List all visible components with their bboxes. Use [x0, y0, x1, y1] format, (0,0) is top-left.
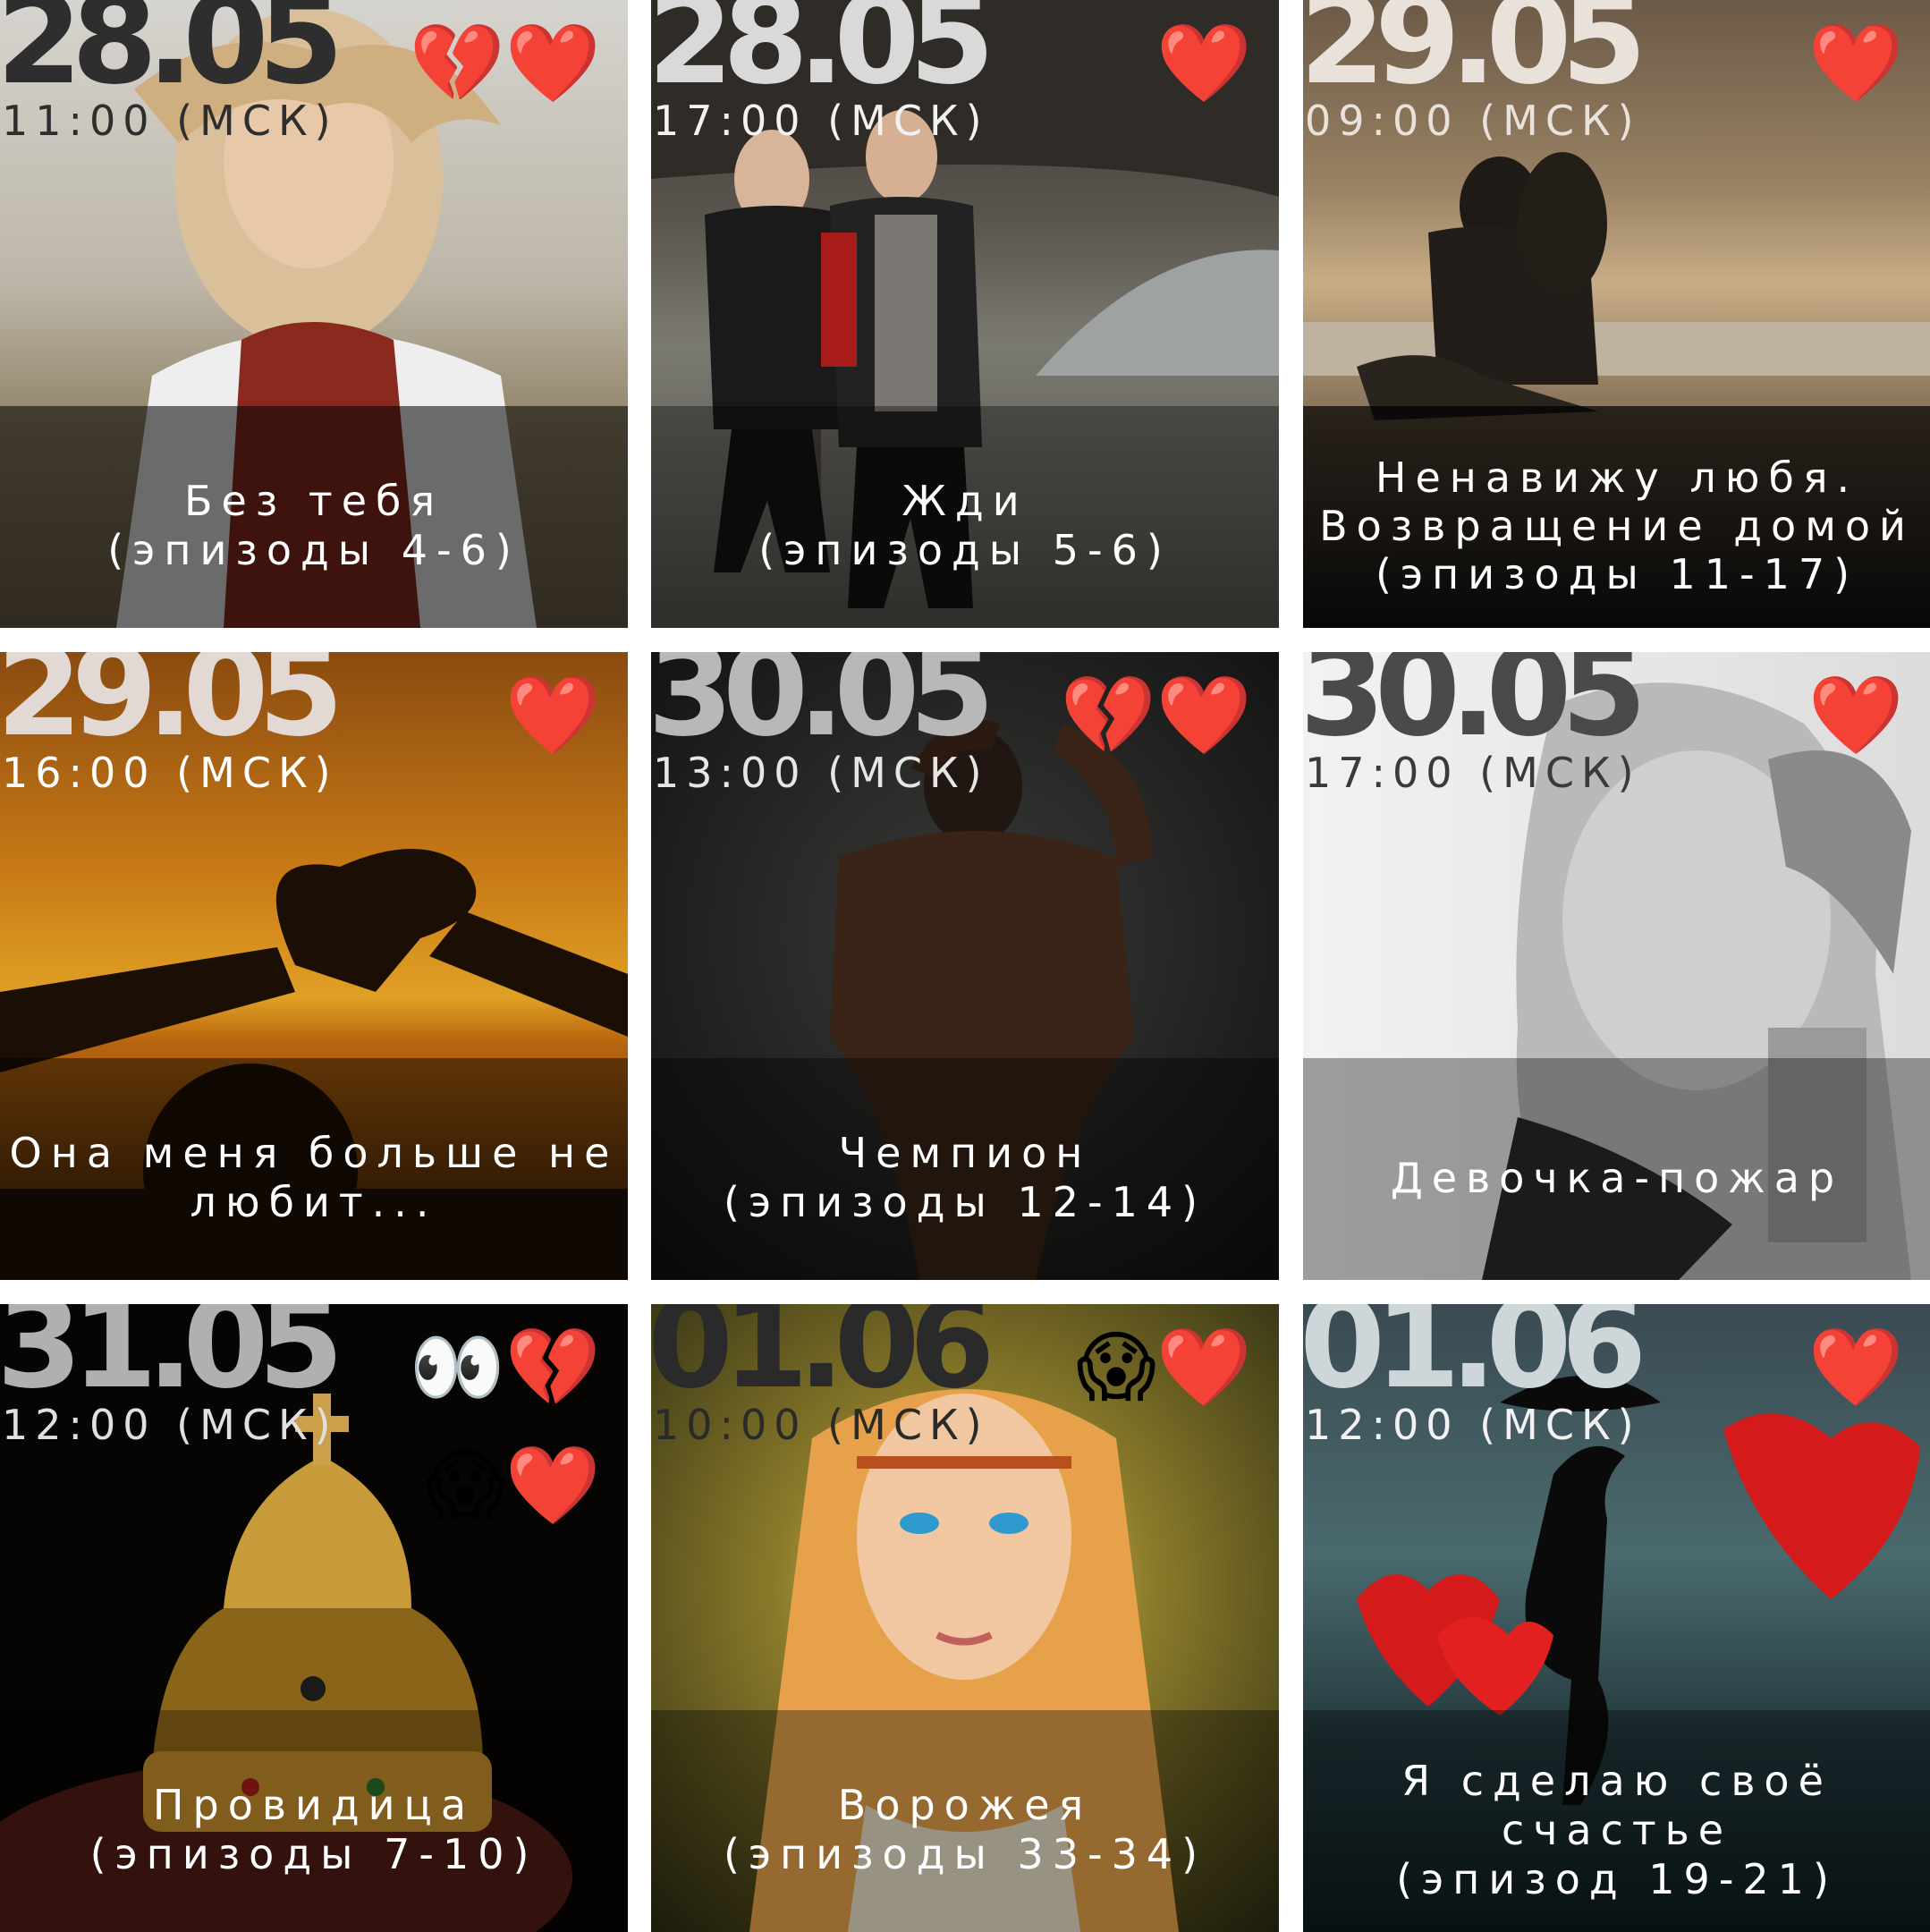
card-title: Без тебя	[183, 477, 444, 525]
card-caption: Девочка-пожар	[1382, 1136, 1852, 1203]
date-label: 29.05	[0, 652, 344, 764]
time-label: 17:00 (МСК)	[1305, 749, 1641, 797]
caption-band: Девочка-пожар	[1303, 1058, 1930, 1280]
episode-card-8[interactable]: 01.06 10:00 (МСК) 😱❤️ Ворожея (эпизоды 3…	[651, 1304, 1279, 1932]
episode-card-5[interactable]: 30.05 13:00 (МСК) 💔❤️ Чемпион (эпизоды 1…	[651, 652, 1279, 1280]
episode-card-7[interactable]: 31.05 12:00 (МСК) 👀💔 😱❤️ Провидица (эпиз…	[0, 1304, 628, 1932]
episode-card-9[interactable]: 01.06 12:00 (МСК) ❤️ Я сделаю своё счаст…	[1303, 1304, 1930, 1932]
emoji-reactions: ❤️	[1155, 19, 1252, 108]
card-title: Она меня больше не любит...	[9, 1129, 619, 1226]
card-caption: Жди (эпизоды 5-6)	[749, 459, 1181, 575]
caption-band: Ворожея (эпизоды 33-34)	[651, 1710, 1279, 1932]
emoji-reactions: ❤️	[1807, 671, 1904, 760]
emoji-reactions: 💔❤️	[409, 19, 601, 108]
caption-band: Чемпион (эпизоды 12-14)	[651, 1058, 1279, 1280]
card-episodes: (эпизоды 33-34)	[723, 1830, 1207, 1878]
time-label: 16:00 (МСК)	[2, 749, 338, 797]
card-title: Ворожея	[837, 1781, 1093, 1829]
emoji-reactions: ❤️	[1807, 1323, 1904, 1412]
card-caption: Без тебя (эпизоды 4-6)	[98, 459, 529, 575]
card-episodes: (эпизоды 5-6)	[758, 526, 1172, 574]
card-caption: Ворожея (эпизоды 33-34)	[715, 1763, 1215, 1879]
time-label: 09:00 (МСК)	[1305, 97, 1641, 145]
time-label: 12:00 (МСК)	[1305, 1401, 1641, 1449]
date-label: 29.05	[1303, 0, 1647, 112]
time-label: 17:00 (МСК)	[653, 97, 989, 145]
caption-band: Она меня больше не любит...	[0, 1058, 628, 1280]
date-label: 28.05	[0, 0, 344, 112]
card-caption: Она меня больше не любит...	[1, 1111, 628, 1227]
time-label: 13:00 (МСК)	[653, 749, 989, 797]
episode-card-3[interactable]: 29.05 09:00 (МСК) ❤️ Ненавижу любя. Возв…	[1303, 0, 1930, 628]
emoji-reactions-second-row: 😱❤️	[425, 1441, 601, 1530]
card-episodes: (эпизод 19-21)	[1396, 1854, 1838, 1903]
episode-card-6[interactable]: 30.05 17:00 (МСК) ❤️ Девочка-пожар	[1303, 652, 1930, 1280]
episode-card-1[interactable]: 28.05 11:00 (МСК) 💔❤️ Без тебя (эпизоды …	[0, 0, 628, 628]
card-title: Жди	[902, 477, 1028, 525]
emoji-reactions: 💔❤️	[1060, 671, 1252, 760]
card-title: Провидица	[152, 1781, 476, 1829]
time-label: 11:00 (МСК)	[2, 97, 338, 145]
emoji-reactions: 😱❤️	[1076, 1323, 1252, 1412]
emoji-reactions: ❤️	[504, 671, 601, 760]
card-caption: Провидица (эпизоды 7-10)	[81, 1763, 547, 1879]
card-caption: Чемпион (эпизоды 12-14)	[715, 1111, 1215, 1227]
date-label: 31.05	[0, 1304, 344, 1416]
card-title: Я сделаю своё счастье	[1401, 1756, 1833, 1854]
caption-band: Провидица (эпизоды 7-10)	[0, 1710, 628, 1932]
date-label: 30.05	[651, 652, 995, 764]
card-episodes: (эпизоды 7-10)	[89, 1830, 538, 1878]
card-title: Чемпион	[838, 1129, 1092, 1177]
caption-band: Я сделаю своё счастье (эпизод 19-21)	[1303, 1710, 1930, 1932]
episode-card-4[interactable]: 29.05 16:00 (МСК) ❤️ Она меня больше не …	[0, 652, 628, 1280]
date-label: 01.06	[651, 1304, 995, 1416]
caption-band: Без тебя (эпизоды 4-6)	[0, 406, 628, 628]
card-episodes: (эпизоды 12-14)	[723, 1178, 1207, 1226]
caption-band: Жди (эпизоды 5-6)	[651, 406, 1279, 628]
caption-band: Ненавижу любя. Возвращение домой (эпизод…	[1303, 406, 1930, 628]
time-label: 10:00 (МСК)	[653, 1401, 989, 1449]
card-episodes: (эпизоды 4-6)	[107, 526, 521, 574]
date-label: 28.05	[651, 0, 995, 112]
card-title: Ненавижу любя. Возвращение домой	[1319, 453, 1915, 550]
emoji-reactions: 👀💔	[409, 1323, 601, 1412]
card-caption: Я сделаю своё счастье (эпизод 19-21)	[1387, 1739, 1847, 1904]
episode-card-2[interactable]: 28.05 17:00 (МСК) ❤️ Жди (эпизоды 5-6)	[651, 0, 1279, 628]
card-episodes: (эпизоды 11-17)	[1375, 550, 1859, 598]
date-label: 30.05	[1303, 652, 1647, 764]
date-label: 01.06	[1303, 1304, 1647, 1416]
card-title: Девочка-пожар	[1390, 1153, 1844, 1202]
time-label: 12:00 (МСК)	[2, 1401, 338, 1449]
emoji-reactions: ❤️	[1807, 19, 1904, 108]
card-caption: Ненавижу любя. Возвращение домой (эпизод…	[1310, 436, 1924, 598]
